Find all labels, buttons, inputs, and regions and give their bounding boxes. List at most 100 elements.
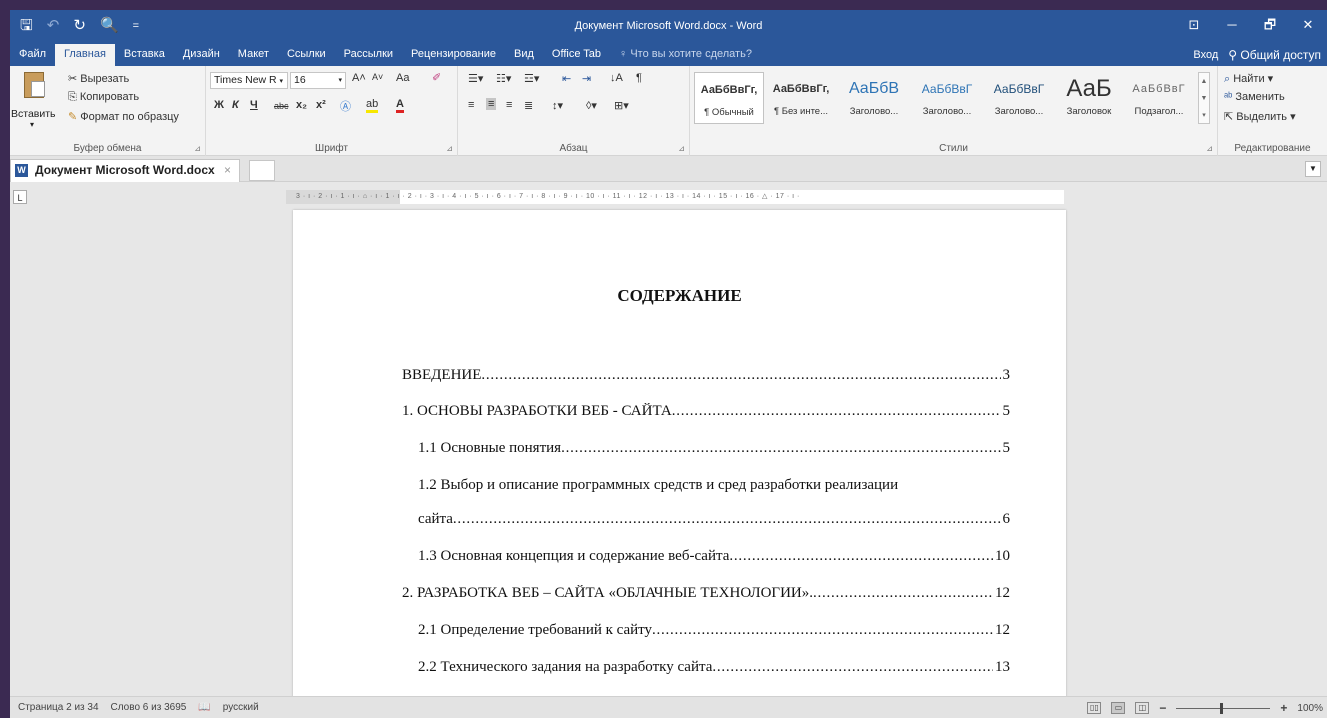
style-subtitle[interactable]: АаБбВвГ Подзагол... — [1124, 72, 1194, 124]
toc-entry[interactable]: 2.2 Технического задания на разработку с… — [418, 659, 1010, 679]
clipboard-launcher-icon[interactable]: ⊿ — [194, 144, 201, 153]
ribbon-display-options-icon[interactable]: ⊡ — [1175, 10, 1213, 44]
highlight-icon[interactable]: ab — [366, 98, 379, 113]
align-right-icon[interactable]: ≡ — [506, 99, 512, 111]
more-styles-icon[interactable]: ▾ — [1199, 107, 1209, 124]
superscript-button[interactable]: x² — [316, 99, 326, 111]
scroll-up-icon[interactable]: ▲ — [1199, 73, 1209, 90]
style-normal[interactable]: АаБбВвГг, ¶ Обычный — [694, 72, 764, 124]
proofing-icon[interactable]: 📖 — [198, 702, 210, 713]
underline-button[interactable]: Ч — [250, 99, 258, 111]
align-center-icon[interactable]: ≡ — [486, 98, 497, 110]
style-heading-1[interactable]: АаБбВ Заголово... — [838, 72, 910, 124]
styles-scrollbar[interactable]: ▲ ▼ ▾ — [1198, 72, 1210, 124]
zoom-slider[interactable] — [1176, 702, 1271, 714]
cut-button[interactable]: ✂ Вырезать — [68, 72, 129, 85]
grow-font-button[interactable]: A˄ — [352, 72, 366, 84]
copy-button[interactable]: ⎘ Копировать — [68, 91, 139, 104]
scroll-down-icon[interactable]: ▼ — [1199, 90, 1209, 107]
page-counter[interactable]: Страница 2 из 34 — [18, 702, 99, 713]
signin-link[interactable]: Вход — [1193, 49, 1218, 61]
tab-selector[interactable]: L — [13, 190, 27, 204]
format-painter-button[interactable]: ✎ Формат по образцу — [68, 110, 179, 123]
toc-entry[interactable]: ВВЕДЕНИЕ 3 — [402, 367, 1010, 387]
paragraph-launcher-icon[interactable]: ⊿ — [678, 144, 685, 153]
italic-button[interactable]: К — [232, 99, 239, 111]
font-name-combo[interactable]: Times New R ▾ — [210, 72, 288, 89]
tab-design[interactable]: Дизайн — [174, 44, 229, 66]
tab-references[interactable]: Ссылки — [278, 44, 335, 66]
zoom-level[interactable]: 100% — [1297, 703, 1323, 714]
clear-formatting-icon[interactable]: ✐ — [432, 71, 441, 84]
sort-icon[interactable]: ↓A — [610, 72, 623, 84]
paste-button[interactable]: Вставить ▾ — [11, 70, 58, 130]
maximize-icon[interactable]: 🗗 — [1251, 10, 1289, 44]
select-button[interactable]: ⇱ Выделить ▾ — [1224, 110, 1296, 123]
styles-launcher-icon[interactable]: ⊿ — [1206, 144, 1213, 153]
horizontal-ruler[interactable]: 3 · ı · 2 · ı · 1 · ı · ⌂ · ı · 1 · ı · … — [286, 190, 1064, 204]
tab-view[interactable]: Вид — [505, 44, 543, 66]
toc-entry[interactable]: 2.1 Определение требований к сайту 12 — [418, 622, 1010, 642]
subscript-button[interactable]: x₂ — [296, 99, 307, 111]
replace-button[interactable]: ᵃᵇ Заменить — [1224, 91, 1285, 103]
toc-heading: СОДЕРЖАНИЕ — [617, 286, 742, 305]
tab-home[interactable]: Главная — [55, 44, 115, 66]
style-no-spacing[interactable]: АаБбВвГг, ¶ Без инте... — [766, 72, 836, 124]
zoom-out-button[interactable]: − — [1159, 701, 1166, 715]
tab-list-dropdown-icon[interactable]: ▼ — [1305, 161, 1321, 177]
bold-button[interactable]: Ж — [214, 99, 224, 111]
document-tab[interactable]: W Документ Microsoft Word.docx × — [10, 159, 241, 182]
paste-dropdown-icon[interactable]: ▾ — [30, 120, 34, 129]
font-color-icon[interactable]: A — [396, 98, 404, 113]
tell-me-box[interactable]: ♀ Что вы хотите сделать? — [610, 44, 761, 66]
close-icon[interactable]: ✕ — [1289, 10, 1327, 44]
toc-entry[interactable]: сайта 6 — [418, 511, 1010, 531]
decrease-indent-icon[interactable]: ⇤ — [562, 72, 571, 85]
show-marks-icon[interactable]: ¶ — [636, 72, 642, 84]
align-left-icon[interactable]: ≡ — [468, 99, 474, 111]
increase-indent-icon[interactable]: ⇥ — [582, 72, 591, 85]
font-size-combo[interactable]: 16 ▾ — [290, 72, 346, 89]
tab-insert[interactable]: Вставка — [115, 44, 174, 66]
language-indicator[interactable]: русский — [223, 702, 259, 713]
word-counter[interactable]: Слово 6 из 3695 — [111, 702, 187, 713]
toc-entry[interactable]: 2. РАЗРАБОТКА ВЕБ – САЙТА «ОБЛАЧНЫЕ ТЕХН… — [402, 585, 1010, 605]
font-launcher-icon[interactable]: ⊿ — [446, 144, 453, 153]
print-layout-icon[interactable]: ▭ — [1111, 702, 1126, 714]
tab-office-tab[interactable]: Office Tab — [543, 44, 610, 66]
read-mode-icon[interactable]: ▯▯ — [1087, 702, 1102, 714]
tab-file[interactable]: Файл — [10, 44, 55, 66]
toc-leader — [561, 440, 1000, 457]
shrink-font-button[interactable]: A˅ — [372, 72, 383, 82]
text-effects-icon[interactable]: Ⓐ — [340, 98, 351, 114]
bullets-icon[interactable]: ☰▾ — [468, 72, 483, 85]
strikethrough-button[interactable]: abc — [274, 101, 289, 111]
style-heading-2[interactable]: АаБбВвГ Заголово... — [912, 72, 982, 124]
numbering-icon[interactable]: ☷▾ — [496, 72, 511, 85]
shading-icon[interactable]: ◊▾ — [586, 99, 597, 112]
document-page[interactable]: СОДЕРЖАНИЕ ВВЕДЕНИЕ 3 1. ОСНОВЫ РАЗРАБОТ… — [293, 210, 1066, 710]
style-heading-3[interactable]: АаБбВвГ Заголово... — [984, 72, 1054, 124]
tab-mailings[interactable]: Рассылки — [335, 44, 402, 66]
justify-icon[interactable]: ≣ — [524, 99, 533, 112]
close-tab-icon[interactable]: × — [224, 163, 231, 177]
zoom-in-button[interactable]: + — [1280, 701, 1287, 715]
multilevel-list-icon[interactable]: ☲▾ — [524, 72, 539, 85]
style-title[interactable]: АаБ Заголовок — [1056, 72, 1122, 124]
tab-review[interactable]: Рецензирование — [402, 44, 505, 66]
minimize-icon[interactable]: ─ — [1213, 10, 1251, 44]
toc-entry[interactable]: 1. ОСНОВЫ РАЗРАБОТКИ ВЕБ - САЙТА 5 — [402, 403, 1010, 423]
share-button[interactable]: ⚲ Общий доступ — [1228, 48, 1321, 62]
toc-entry[interactable]: 1.1 Основные понятия 5 — [418, 440, 1010, 460]
find-button[interactable]: ⌕ Найти ▾ — [1224, 72, 1273, 86]
web-layout-icon[interactable]: ◫ — [1135, 702, 1150, 714]
ruler-ticks: 3 · ı · 2 · ı · 1 · ı · ⌂ · ı · 1 · ı · … — [296, 193, 800, 200]
borders-icon[interactable]: ⊞▾ — [614, 99, 629, 112]
toc-entry[interactable]: 1.3 Основная концепция и содержание веб-… — [418, 548, 1010, 568]
line-spacing-icon[interactable]: ↕▾ — [552, 99, 563, 112]
toc-entry-line1[interactable]: 1.2 Выбор и описание программных средств… — [418, 477, 1018, 494]
change-case-button[interactable]: Aa — [396, 72, 409, 84]
zoom-thumb[interactable] — [1220, 703, 1224, 714]
tab-layout[interactable]: Макет — [229, 44, 278, 66]
new-tab-button[interactable] — [249, 160, 275, 181]
